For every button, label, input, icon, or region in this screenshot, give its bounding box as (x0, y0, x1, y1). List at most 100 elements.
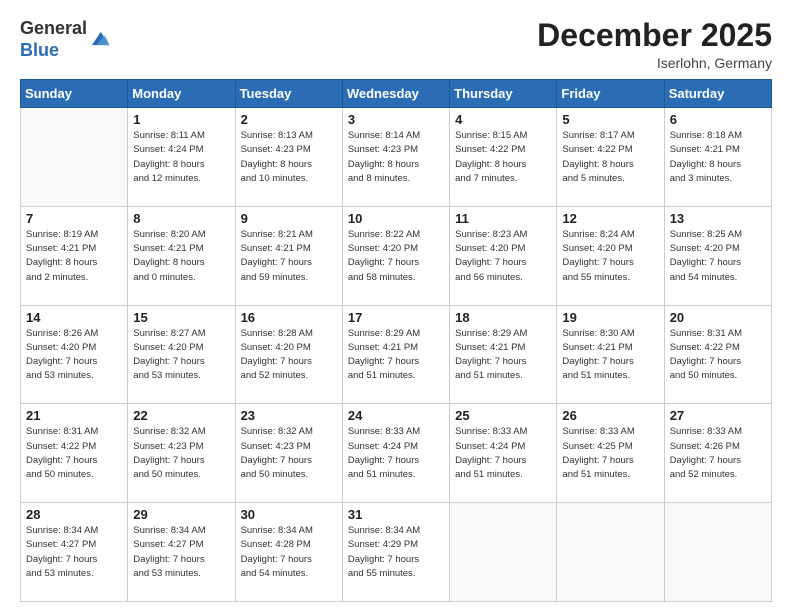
col-header-tuesday: Tuesday (235, 80, 342, 108)
day-info-line: Sunset: 4:20 PM (562, 242, 658, 256)
calendar-cell: 12Sunrise: 8:24 AMSunset: 4:20 PMDayligh… (557, 206, 664, 305)
calendar-cell: 27Sunrise: 8:33 AMSunset: 4:26 PMDayligh… (664, 404, 771, 503)
day-info-line: Sunset: 4:24 PM (455, 440, 551, 454)
day-info-line: and 7 minutes. (455, 172, 551, 186)
calendar-table: SundayMondayTuesdayWednesdayThursdayFrid… (20, 79, 772, 602)
day-info-line: Sunrise: 8:32 AM (133, 425, 229, 439)
calendar-cell: 22Sunrise: 8:32 AMSunset: 4:23 PMDayligh… (128, 404, 235, 503)
day-info-line: and 52 minutes. (241, 369, 337, 383)
day-info-line: and 51 minutes. (348, 369, 444, 383)
day-number: 4 (455, 112, 551, 127)
day-info-line: Daylight: 7 hours (455, 256, 551, 270)
day-info-line: Sunset: 4:23 PM (241, 143, 337, 157)
day-info-line: Sunset: 4:23 PM (241, 440, 337, 454)
calendar-cell (450, 503, 557, 602)
day-number: 7 (26, 211, 122, 226)
day-number: 25 (455, 408, 551, 423)
day-info-line: Daylight: 8 hours (133, 158, 229, 172)
day-number: 29 (133, 507, 229, 522)
day-info-line: Sunset: 4:26 PM (670, 440, 766, 454)
calendar-cell: 20 Sunrise: 8:31 AMSunset: 4:22 PMDayligh… (664, 305, 771, 404)
calendar-cell: 4Sunrise: 8:15 AMSunset: 4:22 PMDaylight… (450, 108, 557, 207)
day-info-line: Daylight: 8 hours (562, 158, 658, 172)
day-info-line: and 50 minutes. (241, 468, 337, 482)
day-number: 15 (133, 310, 229, 325)
day-info-line: and 50 minutes. (26, 468, 122, 482)
day-info-line: and 54 minutes. (670, 271, 766, 285)
day-info-line: Sunrise: 8:34 AM (26, 524, 122, 538)
day-info-line: Sunrise: 8:33 AM (455, 425, 551, 439)
day-number: 27 (670, 408, 766, 423)
title-area: December 2025 Iserlohn, Germany (537, 18, 772, 71)
day-info-line: Daylight: 8 hours (670, 158, 766, 172)
day-info-line: and 5 minutes. (562, 172, 658, 186)
day-info-line: Sunrise: 8:30 AM (562, 327, 658, 341)
day-info-line: Sunset: 4:22 PM (670, 341, 766, 355)
logo-icon (89, 29, 111, 51)
day-info-line: Daylight: 7 hours (562, 454, 658, 468)
day-info-line: and 50 minutes. (670, 369, 766, 383)
day-info-line: Sunset: 4:20 PM (348, 242, 444, 256)
day-info-line: Sunrise: 8:31 AM (26, 425, 122, 439)
calendar-cell: 18Sunrise: 8:29 AMSunset: 4:21 PMDayligh… (450, 305, 557, 404)
day-number: 28 (26, 507, 122, 522)
day-info-line: Sunset: 4:28 PM (241, 538, 337, 552)
day-info-line: Sunset: 4:20 PM (133, 341, 229, 355)
month-title: December 2025 (537, 18, 772, 53)
day-info-line: Sunset: 4:27 PM (26, 538, 122, 552)
day-number: 5 (562, 112, 658, 127)
calendar-cell: 16Sunrise: 8:28 AMSunset: 4:20 PMDayligh… (235, 305, 342, 404)
day-info-line: and 2 minutes. (26, 271, 122, 285)
day-info-line: and 52 minutes. (670, 468, 766, 482)
day-info-line: and 55 minutes. (562, 271, 658, 285)
day-info-line: Sunset: 4:21 PM (455, 341, 551, 355)
day-info-line: and 55 minutes. (348, 567, 444, 581)
day-info-line: Daylight: 7 hours (670, 355, 766, 369)
day-info-line: Sunset: 4:21 PM (562, 341, 658, 355)
day-info-line: Sunset: 4:20 PM (241, 341, 337, 355)
calendar-cell (21, 108, 128, 207)
day-info-line: Daylight: 8 hours (241, 158, 337, 172)
day-info-line: Sunset: 4:22 PM (455, 143, 551, 157)
col-header-monday: Monday (128, 80, 235, 108)
day-info-line: Daylight: 7 hours (133, 355, 229, 369)
day-info-line: Sunrise: 8:31 AM (670, 327, 766, 341)
calendar-week-row: 28Sunrise: 8:34 AMSunset: 4:27 PMDayligh… (21, 503, 772, 602)
day-info-line: and 51 minutes. (455, 369, 551, 383)
day-number: 11 (455, 211, 551, 226)
day-info-line: Daylight: 7 hours (241, 454, 337, 468)
day-info-line: Sunset: 4:23 PM (348, 143, 444, 157)
calendar-cell: 7Sunrise: 8:19 AMSunset: 4:21 PMDaylight… (21, 206, 128, 305)
day-info-line: Sunset: 4:29 PM (348, 538, 444, 552)
day-number: 30 (241, 507, 337, 522)
day-number: 2 (241, 112, 337, 127)
day-info-line: Daylight: 7 hours (241, 256, 337, 270)
day-info-line: Sunrise: 8:19 AM (26, 228, 122, 242)
day-info-line: Sunrise: 8:34 AM (241, 524, 337, 538)
calendar-cell (557, 503, 664, 602)
logo: General Blue (20, 18, 111, 61)
day-number: 18 (455, 310, 551, 325)
day-info-line: Daylight: 7 hours (348, 553, 444, 567)
day-info-line: and 54 minutes. (241, 567, 337, 581)
day-info-line: Daylight: 7 hours (26, 553, 122, 567)
day-info-line: and 51 minutes. (348, 468, 444, 482)
day-info-line: Sunrise: 8:18 AM (670, 129, 766, 143)
day-info-line: and 51 minutes. (562, 468, 658, 482)
day-number: 1 (133, 112, 229, 127)
day-info-line: and 0 minutes. (133, 271, 229, 285)
col-header-friday: Friday (557, 80, 664, 108)
day-info-line: Sunrise: 8:34 AM (348, 524, 444, 538)
day-number: 12 (562, 211, 658, 226)
day-info-line: Sunrise: 8:15 AM (455, 129, 551, 143)
page: General Blue December 2025 Iserlohn, Ger… (0, 0, 792, 612)
day-info-line: Daylight: 7 hours (348, 454, 444, 468)
calendar-cell: 1Sunrise: 8:11 AMSunset: 4:24 PMDaylight… (128, 108, 235, 207)
day-number: 3 (348, 112, 444, 127)
day-info-line: Sunset: 4:21 PM (133, 242, 229, 256)
day-info-line: and 58 minutes. (348, 271, 444, 285)
day-info-line: and 51 minutes. (455, 468, 551, 482)
calendar-cell: 13Sunrise: 8:25 AMSunset: 4:20 PMDayligh… (664, 206, 771, 305)
day-info-line: Sunrise: 8:34 AM (133, 524, 229, 538)
day-number: 20 (670, 310, 766, 325)
